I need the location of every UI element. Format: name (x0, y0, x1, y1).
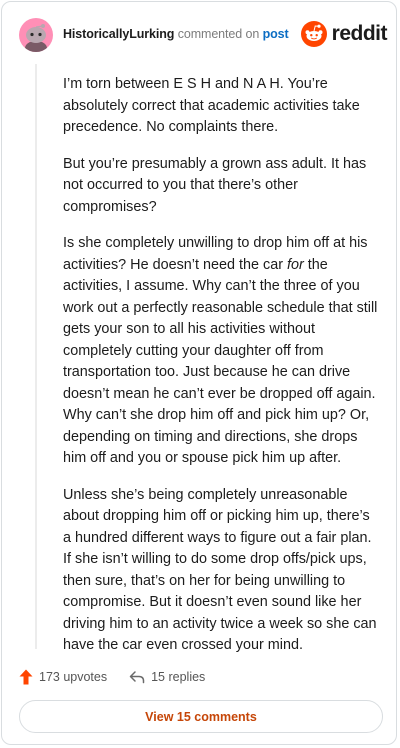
upvote-count: 173 upvotes (39, 670, 108, 684)
comment-header: HistoricallyLurking commented on post re… (19, 17, 388, 53)
byline: HistoricallyLurking commented on post (63, 27, 289, 41)
reddit-wordmark: reddit (331, 22, 388, 45)
username-link[interactable]: HistoricallyLurking (63, 27, 174, 41)
reply-button[interactable]: 15 replies (129, 670, 205, 684)
paragraph-text: the activities, I assume. Why can’t the … (63, 256, 378, 467)
action-text: commented on (177, 27, 260, 41)
reddit-logo[interactable]: reddit (300, 20, 388, 48)
reply-count: 15 replies (151, 670, 206, 684)
post-link[interactable]: post (263, 27, 289, 41)
comment-actions: 173 upvotes 15 replies (19, 667, 205, 687)
emphasized-word: for (286, 256, 304, 273)
reddit-snoo-icon (300, 21, 327, 47)
comment-paragraph: I’m torn between E S H and N A H. You’re… (63, 76, 360, 135)
comment-paragraph: Unless she’s being completely unreasonab… (63, 486, 377, 654)
upvote-arrow-icon (19, 669, 33, 685)
embedded-comment-card: HistoricallyLurking commented on post re… (1, 1, 397, 745)
upvote-button[interactable]: 173 upvotes (19, 669, 107, 685)
view-comments-button[interactable]: View 15 comments (19, 700, 383, 733)
reply-arrow-icon (129, 671, 145, 684)
comment-paragraph: Is she completely unwilling to drop him … (63, 233, 381, 470)
snoo-avatar-icon (25, 24, 47, 52)
avatar[interactable] (19, 18, 53, 52)
comment-body: I’m torn between E S H and N A H. You’re… (63, 74, 381, 672)
comment-paragraph: But you’re presumably a grown ass adult.… (63, 155, 367, 215)
thread-line (35, 64, 37, 649)
